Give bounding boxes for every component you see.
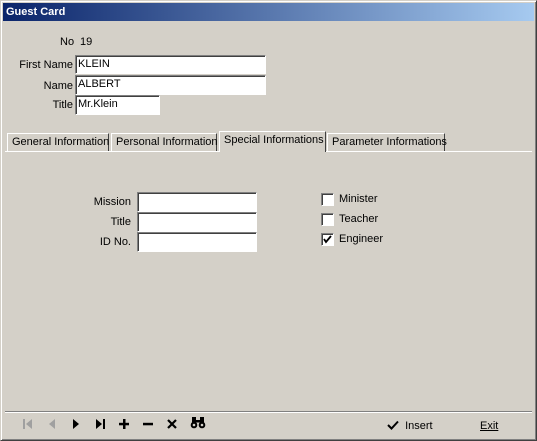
guest-card-window: Guest Card No 19 First Name KLEIN Name A… bbox=[0, 0, 537, 441]
first-record-icon[interactable] bbox=[17, 416, 39, 436]
minister-label: Minister bbox=[339, 193, 378, 205]
first-name-label: First Name bbox=[19, 59, 73, 71]
first-name-field[interactable]: KLEIN bbox=[75, 55, 266, 74]
no-value: 19 bbox=[80, 36, 93, 48]
title-label: Title bbox=[52, 99, 73, 111]
tab-parameter-informations[interactable]: Parameter Informations bbox=[327, 133, 447, 151]
tab-general-information[interactable]: General Information bbox=[7, 133, 109, 151]
next-record-icon[interactable] bbox=[65, 416, 87, 436]
special-title-label: Title bbox=[110, 216, 131, 228]
teacher-checkbox[interactable] bbox=[321, 213, 334, 226]
insert-label: Insert bbox=[405, 420, 433, 432]
find-binoculars-icon[interactable] bbox=[187, 416, 209, 436]
add-record-icon[interactable] bbox=[113, 416, 135, 436]
last-record-icon[interactable] bbox=[89, 416, 111, 436]
name-label: Name bbox=[43, 80, 73, 92]
previous-record-icon[interactable] bbox=[41, 416, 63, 436]
delete-record-icon[interactable] bbox=[137, 416, 159, 436]
title-field[interactable]: Mr.Klein bbox=[75, 95, 160, 115]
no-label: No bbox=[60, 36, 75, 48]
minister-checkbox[interactable] bbox=[321, 193, 334, 206]
insert-button[interactable]: Insert bbox=[387, 416, 433, 436]
id-no-field[interactable] bbox=[137, 232, 257, 252]
special-title-field[interactable] bbox=[137, 212, 257, 232]
teacher-label: Teacher bbox=[339, 213, 379, 225]
special-informations-panel: Mission Title ID No. Minister Teacher En… bbox=[5, 151, 532, 408]
engineer-checkbox[interactable] bbox=[321, 233, 334, 246]
engineer-label: Engineer bbox=[339, 233, 384, 245]
name-field[interactable]: ALBERT bbox=[75, 75, 266, 95]
tab-personal-information[interactable]: Personal Information bbox=[111, 133, 218, 151]
cancel-icon[interactable] bbox=[161, 416, 183, 436]
checkmark-icon bbox=[323, 235, 332, 244]
checkmark-icon bbox=[387, 420, 399, 430]
window-title: Guest Card bbox=[3, 3, 534, 21]
mission-field[interactable] bbox=[137, 192, 257, 212]
navigation-toolbar: Insert Exit bbox=[5, 411, 532, 438]
id-no-label: ID No. bbox=[99, 236, 131, 248]
mission-label: Mission bbox=[93, 196, 131, 208]
exit-button[interactable]: Exit bbox=[480, 416, 498, 436]
tab-special-informations[interactable]: Special Informations bbox=[219, 131, 326, 152]
